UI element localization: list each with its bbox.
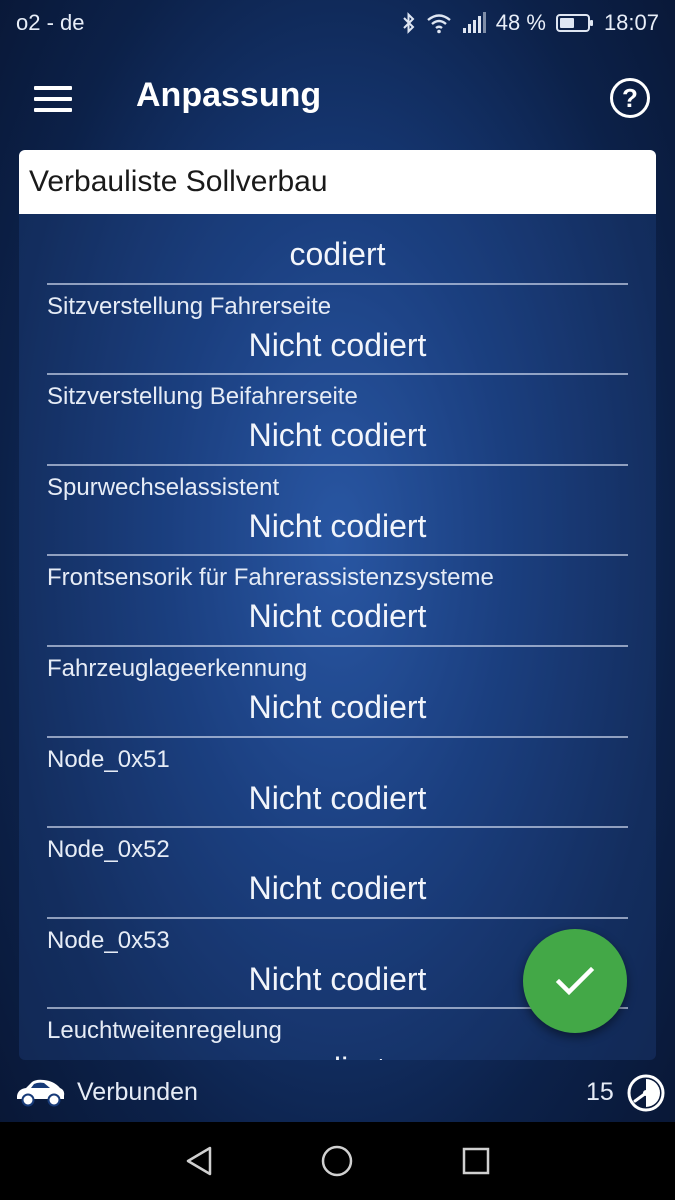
list-item[interactable]: Frontsensorik für Fahrerassistenzsysteme… xyxy=(47,556,628,647)
back-icon xyxy=(186,1146,212,1176)
item-label: Node_0x53 xyxy=(47,926,170,954)
list-item[interactable]: Node_0x51 Nicht codiert xyxy=(47,738,628,829)
card-header: Verbauliste Sollverbau xyxy=(19,150,656,214)
battery-percent: 48 % xyxy=(495,10,546,35)
clock: 18:07 xyxy=(603,10,659,35)
connection-status: Verbunden xyxy=(77,1078,198,1106)
home-icon xyxy=(322,1145,353,1177)
status-bar: o2 - de 48 % 18:07 xyxy=(0,0,675,46)
list-item[interactable]: Sitzverstellung Beifahrerseite Nicht cod… xyxy=(47,375,628,466)
item-value: codiert xyxy=(289,236,386,272)
status-icons: 48 % 18:07 xyxy=(402,10,659,36)
item-label: Sitzverstellung Fahrerseite xyxy=(47,292,332,320)
list-item[interactable]: Spurwechselassistent Nicht codiert xyxy=(47,466,628,557)
list-item[interactable]: codiert xyxy=(47,214,628,285)
list-item[interactable]: Node_0x52 Nicht codiert xyxy=(47,828,628,919)
recents-button[interactable] xyxy=(446,1131,506,1191)
item-label: Fahrzeuglageerkennung xyxy=(47,654,308,682)
help-glyph: ? xyxy=(622,82,638,113)
item-value: Nicht codiert xyxy=(248,598,427,635)
confirm-button[interactable] xyxy=(523,929,627,1033)
gauge-icon[interactable] xyxy=(626,1073,666,1113)
hamburger-menu-icon[interactable] xyxy=(34,86,72,114)
item-label: Leuchtweitenregelung xyxy=(47,1017,282,1045)
item-value: Nicht codiert xyxy=(248,417,427,454)
item-label: Spurwechselassistent xyxy=(47,473,280,501)
car-icon xyxy=(17,1079,65,1107)
item-value: Nicht codiert xyxy=(248,779,427,816)
battery-icon xyxy=(555,14,593,32)
back-button[interactable] xyxy=(169,1131,229,1191)
item-label: Frontsensorik für Fahrerassistenzsysteme xyxy=(47,564,494,592)
signal-icon xyxy=(462,12,486,33)
list-item[interactable]: Sitzverstellung Fahrerseite Nicht codier… xyxy=(47,285,628,376)
app-bar: Anpassung ? xyxy=(0,46,675,150)
item-label: Sitzverstellung Beifahrerseite xyxy=(47,383,358,411)
connection-footer: Verbunden 15 xyxy=(0,1062,675,1122)
item-label: Node_0x52 xyxy=(47,836,170,864)
error-count: 15 xyxy=(586,1078,614,1106)
list-item[interactable]: Fahrzeuglageerkennung Nicht codiert xyxy=(47,647,628,738)
help-icon[interactable]: ? xyxy=(610,78,650,118)
item-value: Nicht codiert xyxy=(248,688,427,725)
page-title: Anpassung xyxy=(136,76,322,114)
item-value: Nicht codiert xyxy=(248,870,427,907)
carrier-name: o2 - de xyxy=(16,10,85,35)
system-nav-bar xyxy=(0,1122,675,1200)
item-value: Nicht codiert xyxy=(248,326,427,363)
recents-icon xyxy=(462,1147,490,1175)
item-value: Nicht codiert xyxy=(248,507,427,544)
item-label: Node_0x51 xyxy=(47,745,170,773)
home-button[interactable] xyxy=(307,1131,367,1191)
bluetooth-icon xyxy=(403,12,415,34)
verbauliste-card: Verbauliste Sollverbau codiert Sitzverst… xyxy=(19,150,656,1060)
wifi-icon xyxy=(427,14,451,34)
checkmark-icon xyxy=(555,966,595,996)
item-value: codiert xyxy=(47,1051,628,1060)
